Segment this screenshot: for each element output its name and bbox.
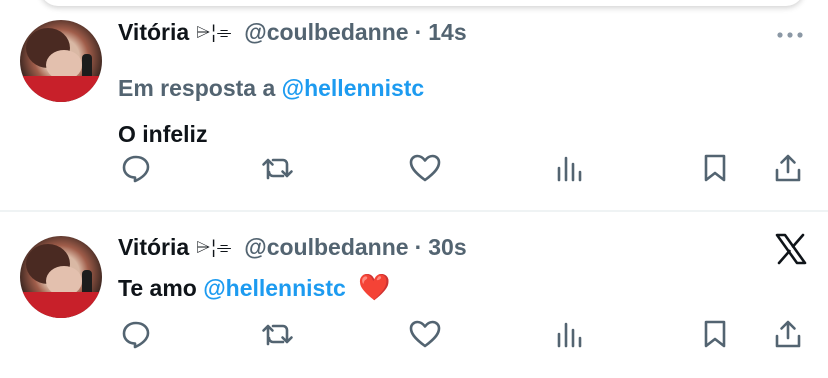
tweet-text-body: Te amo <box>118 275 197 301</box>
tweet[interactable]: Vitória ⌲¦⌯ @coulbedanne · 30s Te amo @h… <box>0 0 828 378</box>
timestamp[interactable]: 30s <box>428 234 466 261</box>
separator-dot: · <box>414 233 423 260</box>
name-emoji: ⌲¦⌯ <box>196 236 233 257</box>
avatar-shirt <box>20 291 102 318</box>
retweet-icon[interactable] <box>260 316 296 352</box>
tweet-content: Vitória ⌲¦⌯ @coulbedanne · 30s Te amo @h… <box>118 232 808 372</box>
tweet-text: Te amo @hellennistc ❤️ <box>118 272 391 303</box>
tweet-header: Vitória ⌲¦⌯ @coulbedanne · 30s <box>118 232 467 262</box>
share-icon[interactable] <box>770 316 806 352</box>
avatar[interactable] <box>20 236 102 318</box>
x-logo-icon[interactable] <box>774 232 808 266</box>
like-icon[interactable] <box>407 316 443 352</box>
text-mention-link[interactable]: @hellennistc <box>203 275 346 301</box>
author-handle[interactable]: @coulbedanne <box>244 234 408 261</box>
reply-icon[interactable] <box>118 316 154 352</box>
views-icon[interactable] <box>551 316 587 352</box>
action-bar <box>118 316 808 352</box>
heart-emoji: ❤️ <box>358 272 391 302</box>
bookmark-icon[interactable] <box>697 316 733 352</box>
author-name[interactable]: Vitória <box>118 234 189 261</box>
